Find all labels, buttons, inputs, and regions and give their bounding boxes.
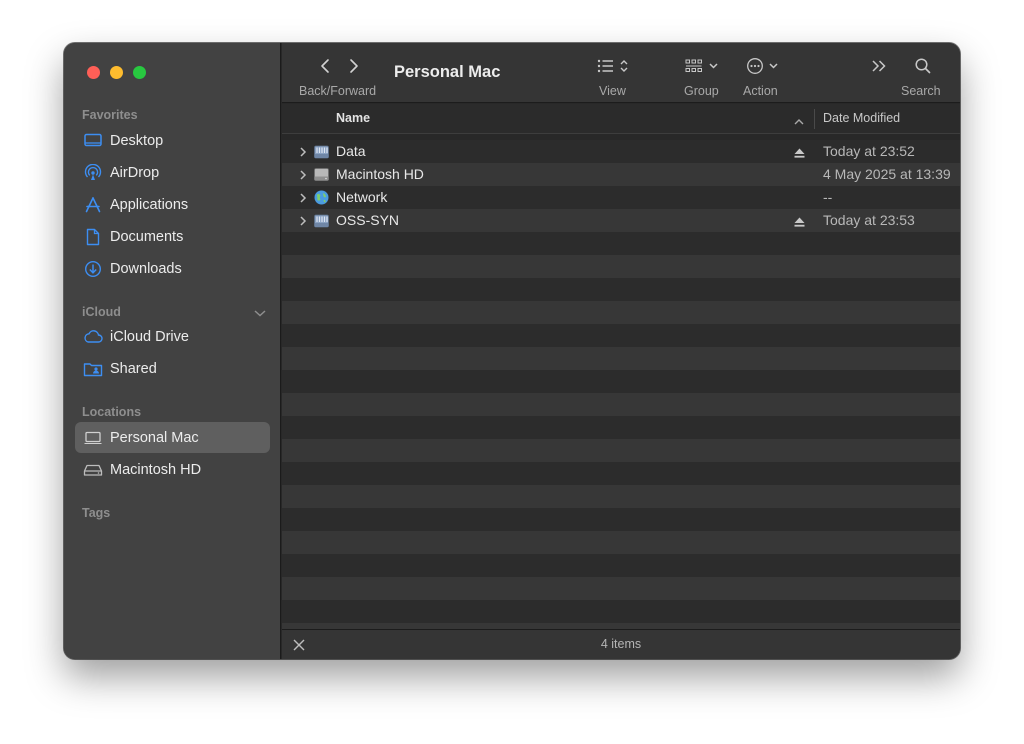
cloud-icon [83,327,103,347]
sort-ascending-icon[interactable] [793,114,805,125]
search-label: Search [901,84,941,98]
more-chevrons-icon[interactable] [870,58,888,74]
sidebar-item-label: Desktop [110,132,164,149]
sidebar-section-tags: Tags [82,506,111,520]
network-drive-icon [313,212,330,229]
window-title: Personal Mac [394,63,501,81]
disclosure-chevron-icon[interactable] [299,168,307,180]
column-date-modified-header[interactable]: Date Modified [823,111,900,125]
file-date-modified: Today at 23:52 [823,143,915,159]
file-name: Macintosh HD [336,166,424,182]
hard-drive-icon [83,460,103,480]
internal-disk-icon [313,166,330,183]
column-divider[interactable] [814,109,815,129]
file-name: Network [336,189,388,205]
column-header: Name Date Modified [282,104,960,134]
sidebar-item-icloud-drive[interactable]: iCloud Drive [75,321,270,352]
sidebar-item-label: Downloads [110,260,182,277]
action-ellipsis-icon[interactable] [746,57,782,75]
chevron-down-icon[interactable] [253,305,267,317]
sidebar-item-applications[interactable]: Applications [75,189,270,220]
network-globe-icon [313,189,330,206]
back-chevron-icon[interactable] [318,57,332,75]
sidebar-section-locations: Locations [82,405,142,419]
view-label: View [599,84,626,98]
disclosure-chevron-icon[interactable] [299,145,307,157]
forward-chevron-icon[interactable] [347,57,361,75]
sidebar-item-airdrop[interactable]: AirDrop [75,157,270,188]
sidebar-item-downloads[interactable]: Downloads [75,253,270,284]
file-name: Data [336,143,366,159]
status-bar: 4 items [282,629,960,659]
close-window-button[interactable] [87,66,100,79]
disclosure-chevron-icon[interactable] [299,191,307,203]
file-row-oss-syn[interactable]: OSS-SYN Today at 23:53 [282,209,960,232]
eject-icon[interactable] [793,215,806,227]
sidebar-item-label: AirDrop [110,164,160,181]
laptop-icon [83,428,103,448]
shared-folder-icon [83,359,103,379]
sidebar-item-label: Applications [110,196,189,213]
sidebar-item-label: Macintosh HD [110,461,202,478]
action-label: Action [743,84,778,98]
disclosure-chevron-icon[interactable] [299,214,307,226]
view-list-icon[interactable] [597,58,633,74]
item-count: 4 items [600,637,642,651]
sidebar-item-label: Documents [110,228,184,245]
airdrop-icon [83,163,103,183]
group-label: Group [684,84,719,98]
minimize-window-button[interactable] [110,66,123,79]
eject-icon[interactable] [793,146,806,158]
column-name-header[interactable]: Name [336,111,370,125]
network-drive-icon [313,143,330,160]
sidebar-section-icloud: iCloud [82,305,121,319]
zoom-window-button[interactable] [133,66,146,79]
file-name: OSS-SYN [336,212,400,228]
file-date-modified: Today at 23:53 [823,212,915,228]
applications-icon [83,195,103,215]
file-row-data[interactable]: Data Today at 23:52 [282,140,960,163]
sidebar-item-macintosh-hd[interactable]: Macintosh HD [75,454,270,485]
file-row-macintosh-hd[interactable]: Macintosh HD 4 May 2025 at 13:39 [282,163,960,186]
sidebar-section-favorites: Favorites [82,108,138,122]
sidebar-item-label: iCloud Drive [110,328,189,345]
sidebar-item-desktop[interactable]: Desktop [75,125,270,156]
file-list[interactable]: Data Today at 23:52 Macintosh HD 4 May 2… [282,140,960,629]
sidebar-item-documents[interactable]: Documents [75,221,270,252]
toolbar: Back/Forward Personal Mac View Group Act… [282,43,960,103]
document-icon [83,227,103,247]
sidebar: Favorites Desktop AirDrop Applications D… [64,43,281,659]
file-date-modified: 4 May 2025 at 13:39 [823,166,951,182]
back-forward-label: Back/Forward [299,84,377,98]
file-date-modified: -- [823,189,833,205]
desktop-icon [83,131,103,151]
sidebar-item-personal-mac[interactable]: Personal Mac [75,422,270,453]
sidebar-item-shared[interactable]: Shared [75,353,270,384]
finder-window: Favorites Desktop AirDrop Applications D… [64,43,960,659]
downloads-icon [83,259,103,279]
sidebar-item-label: Shared [110,360,157,377]
group-grid-icon[interactable] [685,58,719,74]
sidebar-item-label: Personal Mac [110,429,199,446]
search-icon[interactable] [914,57,932,75]
file-row-network[interactable]: Network -- [282,186,960,209]
